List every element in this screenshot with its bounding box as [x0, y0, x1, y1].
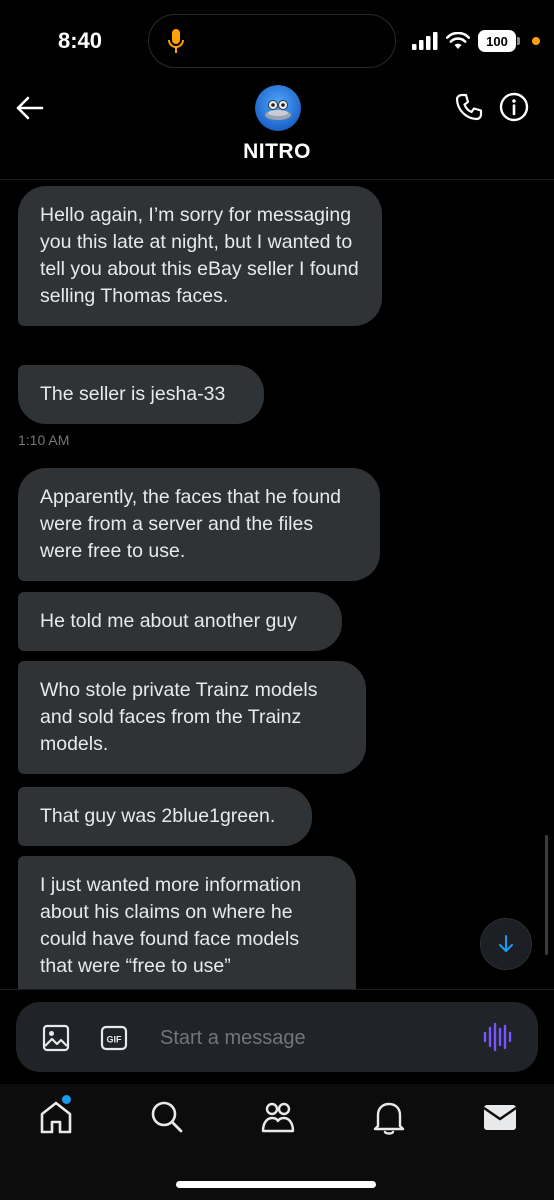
- status-icons: 100: [412, 29, 520, 53]
- message-bubble[interactable]: Who stole private Trainz models and sold…: [18, 661, 366, 774]
- back-arrow-icon[interactable]: [14, 94, 46, 122]
- notification-dot: [62, 1095, 71, 1104]
- battery-icon: 100: [478, 30, 520, 52]
- wifi-icon: [446, 32, 470, 49]
- message-composer: GIF: [16, 1002, 538, 1072]
- image-icon[interactable]: [42, 1024, 70, 1052]
- status-bar: 8:40 100: [0, 0, 554, 80]
- search-icon[interactable]: [148, 1098, 186, 1136]
- avatar[interactable]: [255, 85, 301, 131]
- home-indicator: [176, 1181, 376, 1188]
- home-icon[interactable]: [37, 1098, 75, 1136]
- message-bubble[interactable]: The seller is jesha-33: [18, 365, 264, 424]
- message-timestamp: 1:10 AM: [18, 432, 70, 448]
- message-bubble[interactable]: Apparently, the faces that he found were…: [18, 468, 380, 581]
- privacy-indicator-dot: [532, 37, 540, 45]
- scroll-to-bottom-button[interactable]: [480, 918, 532, 970]
- phone-icon[interactable]: [454, 92, 484, 122]
- arrow-down-icon: [499, 935, 513, 952]
- scrollbar[interactable]: [545, 835, 548, 955]
- gif-icon[interactable]: GIF: [100, 1024, 128, 1052]
- message-bubble[interactable]: Hello again, I’m sorry for messaging you…: [18, 186, 382, 326]
- message-bubble[interactable]: That guy was 2blue1green.: [18, 787, 312, 846]
- notifications-icon[interactable]: [370, 1098, 408, 1136]
- message-bubble[interactable]: He told me about another guy: [18, 592, 342, 651]
- svg-text:GIF: GIF: [107, 1035, 123, 1045]
- microphone-icon: [168, 29, 184, 53]
- message-input[interactable]: [160, 1022, 460, 1054]
- composer-area: GIF: [0, 989, 554, 1084]
- messages-icon[interactable]: [481, 1098, 519, 1136]
- message-bubble[interactable]: I just wanted more information about his…: [18, 856, 356, 989]
- voice-icon[interactable]: [482, 1022, 512, 1052]
- signal-icon: [412, 32, 438, 50]
- info-icon[interactable]: [498, 91, 530, 123]
- contact-name[interactable]: NITRO: [0, 140, 554, 164]
- message-list[interactable]: Hello again, I’m sorry for messaging you…: [0, 181, 554, 989]
- status-time: 8:40: [58, 28, 103, 53]
- conversation-header: NITRO: [0, 80, 554, 180]
- communities-icon[interactable]: [259, 1098, 297, 1136]
